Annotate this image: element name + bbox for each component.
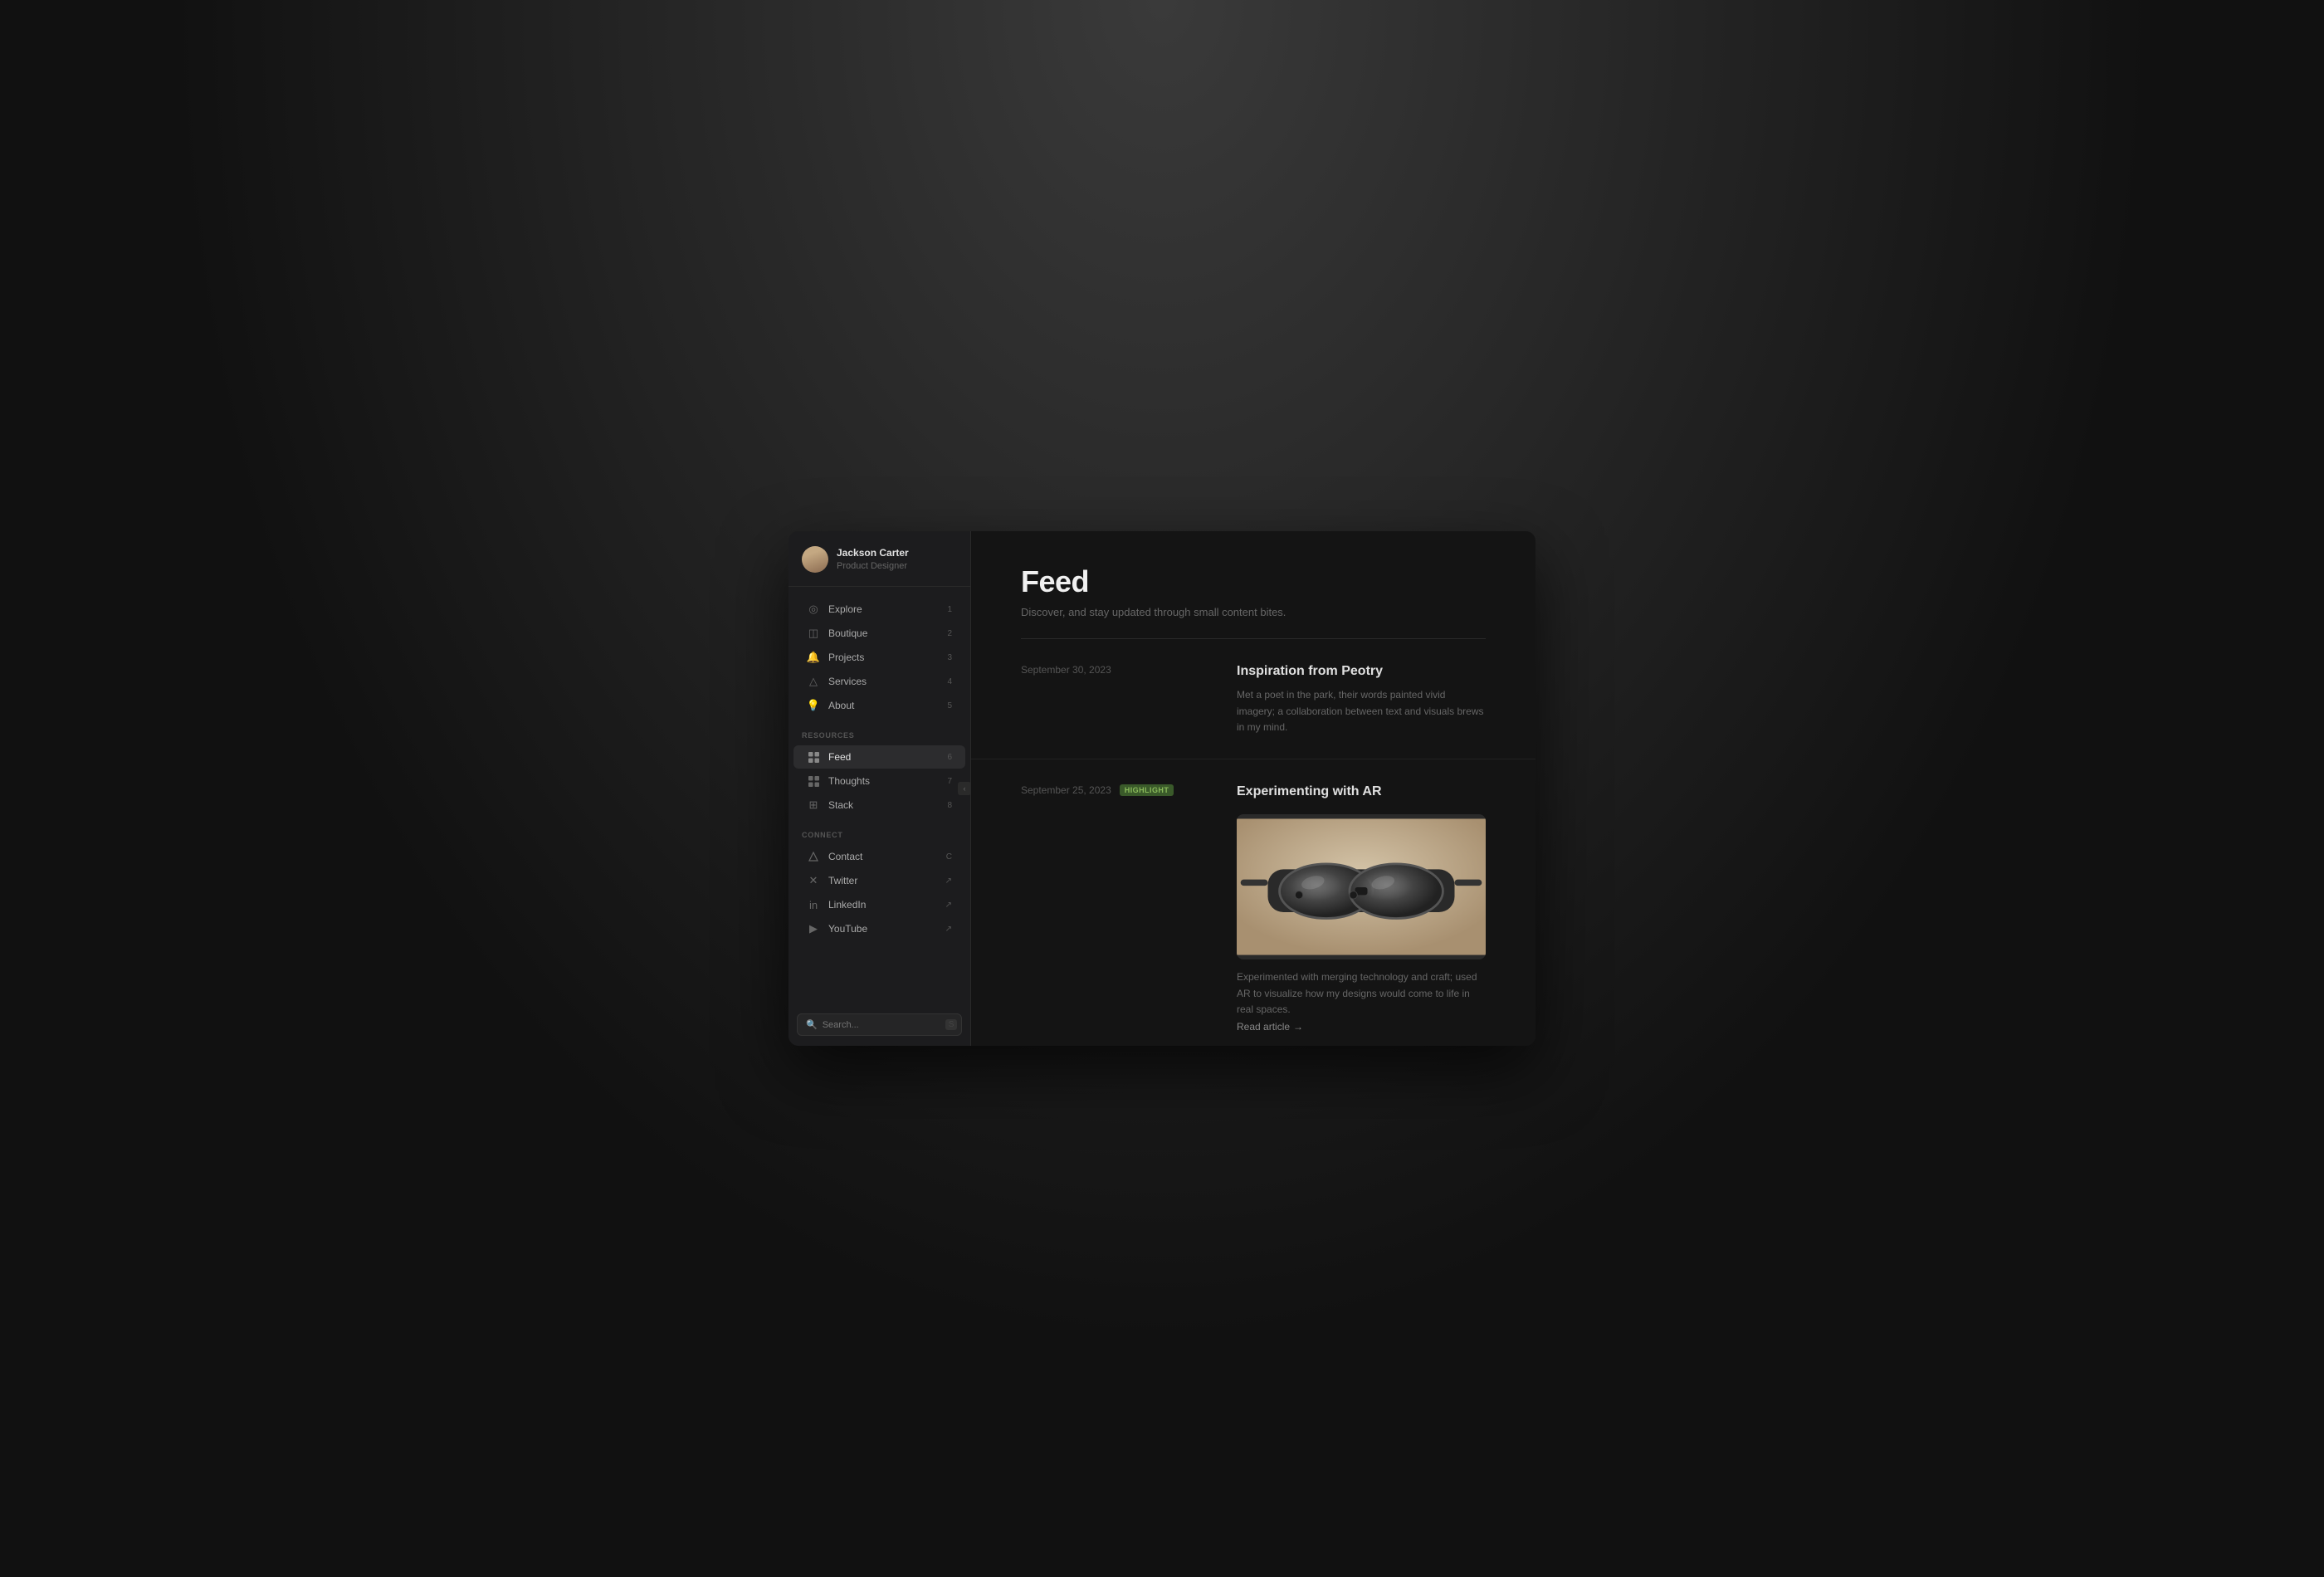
bag-icon: ◫: [807, 627, 820, 640]
sidebar-item-label: Feed: [828, 751, 939, 763]
nav-badge: ↗: [945, 901, 952, 910]
feed-content: Experimenting with AR: [1237, 783, 1486, 1034]
nav-badge: 6: [947, 753, 952, 762]
search-bar[interactable]: 🔍 S: [797, 1013, 962, 1036]
feed-icon: [807, 750, 820, 764]
app-window: Jackson Carter Product Designer ‹ ◎ Expl…: [788, 531, 1536, 1046]
sidebar-item-label: Stack: [828, 799, 939, 811]
sidebar-item-label: YouTube: [828, 923, 937, 935]
sidebar-item-youtube[interactable]: ▶ YouTube ↗: [793, 917, 965, 940]
sidebar-item-label: Services: [828, 676, 939, 687]
nav-badge: 8: [947, 801, 952, 810]
page-subtitle: Discover, and stay updated through small…: [1021, 606, 1486, 618]
bell-icon: 🔔: [807, 651, 820, 664]
profile-info: Jackson Carter Product Designer: [837, 547, 909, 572]
compass-icon: ◎: [807, 603, 820, 616]
nav-badge: ↗: [945, 876, 952, 886]
stack-icon: ⊞: [807, 798, 820, 812]
profile-section: Jackson Carter Product Designer ‹: [788, 531, 970, 587]
sidebar-item-thoughts[interactable]: Thoughts 7: [793, 769, 965, 793]
sidebar-item-label: Twitter: [828, 875, 937, 886]
arrow-icon: →: [1293, 1021, 1303, 1033]
sidebar-item-label: Contact: [828, 851, 938, 862]
sidebar: Jackson Carter Product Designer ‹ ◎ Expl…: [788, 531, 971, 1046]
bulb-icon: 💡: [807, 699, 820, 712]
nav-badge: C: [946, 852, 952, 862]
read-article-text: Read article: [1237, 1021, 1290, 1033]
sidebar-item-services[interactable]: △ Services 4: [793, 670, 965, 693]
feed-image: [1237, 814, 1486, 959]
connect-section: CONNECT Contact C ✕ Twitter ↗ in LinkedI…: [788, 821, 970, 945]
sidebar-item-boutique[interactable]: ◫ Boutique 2: [793, 622, 965, 645]
youtube-icon: ▶: [807, 922, 820, 935]
nav-badge: 2: [947, 629, 952, 638]
sidebar-item-contact[interactable]: Contact C: [793, 845, 965, 868]
nav-badge: 4: [947, 677, 952, 686]
search-input[interactable]: [823, 1020, 940, 1030]
nav-badge: 5: [947, 701, 952, 710]
twitter-icon: ✕: [807, 874, 820, 887]
sidebar-item-explore[interactable]: ◎ Explore 1: [793, 598, 965, 621]
read-article-link[interactable]: Read article →: [1237, 1021, 1303, 1033]
sidebar-item-projects[interactable]: 🔔 Projects 3: [793, 646, 965, 669]
search-icon: 🔍: [806, 1019, 818, 1030]
feed-description: Experimented with merging technology and…: [1237, 969, 1486, 1018]
contact-icon: [807, 850, 820, 863]
feed-date-area: September 25, 2023 HIGHLIGHT: [1021, 783, 1237, 1034]
avatar: [802, 546, 828, 573]
sidebar-item-twitter[interactable]: ✕ Twitter ↗: [793, 869, 965, 892]
main-nav: ◎ Explore 1 ◫ Boutique 2 🔔 Projects 3 △ …: [788, 587, 970, 721]
feed-content: Inspiration from Peotry Met a poet in th…: [1237, 662, 1486, 735]
resources-label: RESOURCES: [788, 731, 970, 745]
feed-date: September 30, 2023: [1021, 664, 1111, 676]
feed-title: Experimenting with AR: [1237, 783, 1486, 801]
sidebar-item-label: About: [828, 700, 939, 711]
sidebar-item-feed[interactable]: Feed 6: [793, 745, 965, 769]
feed-description: Met a poet in the park, their words pain…: [1237, 687, 1486, 735]
sidebar-item-linkedin[interactable]: in LinkedIn ↗: [793, 893, 965, 916]
page-header: Feed Discover, and stay updated through …: [971, 531, 1536, 638]
nav-badge: 7: [947, 777, 952, 786]
feed-title: Inspiration from Peotry: [1237, 662, 1486, 681]
services-icon: △: [807, 675, 820, 688]
feed-item: September 30, 2023 Inspiration from Peot…: [971, 639, 1536, 759]
linkedin-icon: in: [807, 898, 820, 911]
profile-name: Jackson Carter: [837, 547, 909, 560]
thoughts-icon: [807, 774, 820, 788]
sidebar-item-label: Thoughts: [828, 775, 939, 787]
page-title: Feed: [1021, 564, 1486, 599]
nav-badge: ↗: [945, 925, 952, 934]
connect-label: CONNECT: [788, 831, 970, 844]
sidebar-item-about[interactable]: 💡 About 5: [793, 694, 965, 717]
sidebar-item-label: Boutique: [828, 627, 939, 639]
feed-date-area: September 30, 2023: [1021, 662, 1237, 735]
main-content: Feed Discover, and stay updated through …: [971, 531, 1536, 1046]
nav-badge: 1: [947, 605, 952, 614]
feed-item: September 25, 2023 HIGHLIGHT Experimenti…: [971, 759, 1536, 1046]
profile-role: Product Designer: [837, 560, 909, 572]
nav-badge: 3: [947, 653, 952, 662]
resources-section: RESOURCES Feed 6: [788, 721, 970, 821]
feed-date: September 25, 2023: [1021, 784, 1111, 796]
sidebar-item-label: Projects: [828, 652, 939, 663]
sidebar-item-label: LinkedIn: [828, 899, 937, 911]
highlight-badge: HIGHLIGHT: [1120, 784, 1174, 796]
search-shortcut: S: [945, 1019, 958, 1030]
sidebar-item-label: Explore: [828, 603, 939, 615]
sidebar-item-stack[interactable]: ⊞ Stack 8: [793, 793, 965, 817]
